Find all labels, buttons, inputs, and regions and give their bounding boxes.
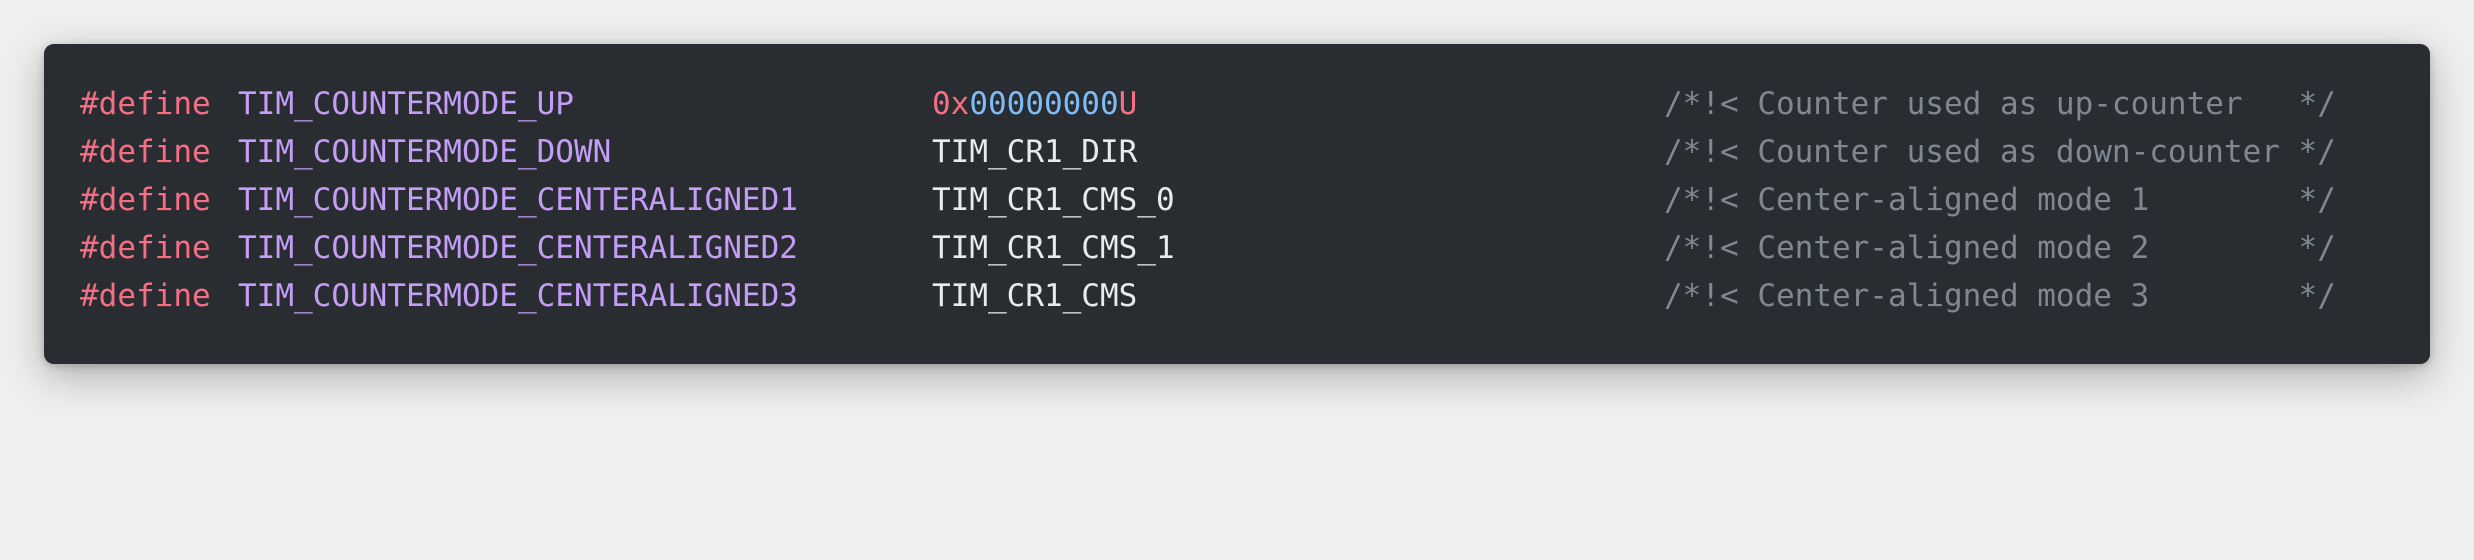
define-keyword: #define <box>80 182 211 218</box>
define-keyword: #define <box>80 278 211 314</box>
define-keyword: #define <box>80 230 211 266</box>
macro-value: TIM_CR1_CMS_1 <box>932 230 1175 266</box>
code-block: #define TIM_COUNTERMODE_UP 0x00000000U /… <box>44 44 2430 364</box>
code-line: #define TIM_COUNTERMODE_CENTERALIGNED1 T… <box>44 176 2430 224</box>
define-keyword: #define <box>80 134 211 170</box>
hex-prefix: 0x <box>932 86 970 122</box>
macro-name: TIM_COUNTERMODE_CENTERALIGNED3 <box>238 278 798 314</box>
code-comment: /*!< Center-aligned mode 1 */ <box>1664 182 2336 218</box>
macro-value: TIM_CR1_CMS <box>932 278 1138 314</box>
code-comment: /*!< Counter used as down-counter */ <box>1664 134 2336 170</box>
macro-name: TIM_COUNTERMODE_UP <box>238 86 574 122</box>
macro-name: TIM_COUNTERMODE_DOWN <box>238 134 612 170</box>
macro-value: TIM_CR1_DIR <box>932 134 1138 170</box>
code-comment: /*!< Counter used as up-counter */ <box>1664 86 2336 122</box>
code-comment: /*!< Center-aligned mode 2 */ <box>1664 230 2336 266</box>
code-comment: /*!< Center-aligned mode 3 */ <box>1664 278 2336 314</box>
code-line: #define TIM_COUNTERMODE_DOWN TIM_CR1_DIR… <box>44 128 2430 176</box>
macro-value: 0x00000000U <box>932 80 1137 128</box>
hex-digits: 00000000 <box>969 86 1119 122</box>
code-line: #define TIM_COUNTERMODE_UP 0x00000000U /… <box>44 80 2430 128</box>
define-keyword: #define <box>80 86 211 122</box>
code-line: #define TIM_COUNTERMODE_CENTERALIGNED2 T… <box>44 224 2430 272</box>
macro-name: TIM_COUNTERMODE_CENTERALIGNED1 <box>238 182 798 218</box>
macro-name: TIM_COUNTERMODE_CENTERALIGNED2 <box>238 230 798 266</box>
hex-suffix: U <box>1118 86 1138 122</box>
macro-value: TIM_CR1_CMS_0 <box>932 182 1175 218</box>
code-line: #define TIM_COUNTERMODE_CENTERALIGNED3 T… <box>44 272 2430 320</box>
